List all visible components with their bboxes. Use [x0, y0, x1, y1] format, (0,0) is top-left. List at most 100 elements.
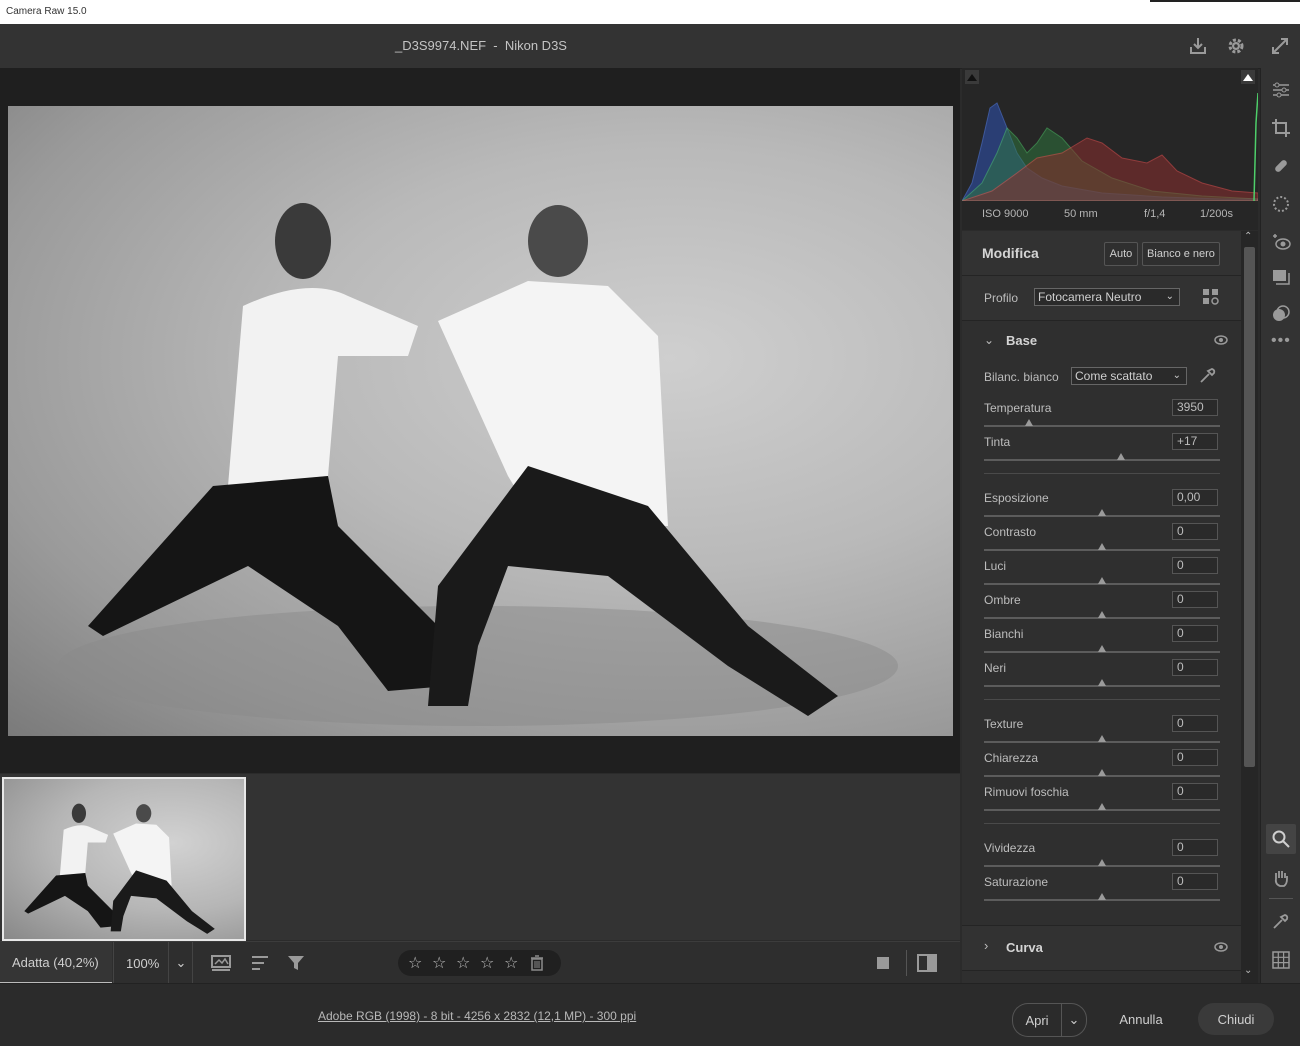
- profile-select[interactable]: Fotocamera Neutro ⌄: [1034, 288, 1180, 306]
- mask-icon[interactable]: [1271, 194, 1291, 214]
- slider-value-input[interactable]: 0: [1172, 749, 1218, 766]
- crop-icon[interactable]: [1271, 118, 1291, 138]
- open-button[interactable]: Apri: [1012, 1003, 1061, 1037]
- wb-select[interactable]: Come scattato ⌄: [1071, 367, 1187, 385]
- slider-value-input[interactable]: 0: [1172, 625, 1218, 642]
- slider-value-input[interactable]: 3950: [1172, 399, 1218, 416]
- slider-label: Tinta: [984, 435, 1011, 449]
- color-sampler-icon[interactable]: [1271, 911, 1291, 931]
- chevron-down-icon: ⌄: [1068, 1012, 1080, 1027]
- star-icon[interactable]: ☆: [408, 953, 432, 973]
- highlight-clipping-icon[interactable]: [1241, 70, 1255, 84]
- zoom-dropdown[interactable]: ⌄: [170, 942, 193, 984]
- section-divider: [984, 699, 1220, 700]
- star-icon[interactable]: ☆: [504, 953, 528, 973]
- exif-focal: 50 mm: [1064, 208, 1098, 220]
- zoom-tool[interactable]: [1266, 824, 1296, 854]
- thumbnail-silhouettes: [24, 803, 215, 934]
- slider-label: Esposizione: [984, 491, 1049, 505]
- curve-title[interactable]: Curva: [1006, 940, 1043, 955]
- close-button[interactable]: Chiudi: [1198, 1003, 1274, 1035]
- chevron-down-icon[interactable]: ⌄: [984, 333, 994, 347]
- slider-thumb[interactable]: [1116, 453, 1125, 460]
- healing-icon[interactable]: [1271, 156, 1291, 176]
- more-options-icon[interactable]: •••: [1271, 332, 1291, 350]
- slider-label: Texture: [984, 717, 1024, 731]
- toolbar-divider: [906, 950, 907, 976]
- scrollbar-thumb[interactable]: [1244, 247, 1255, 767]
- slider-value-input[interactable]: 0: [1172, 659, 1218, 676]
- red-eye-icon[interactable]: [1271, 232, 1291, 252]
- slider-value-input[interactable]: 0: [1172, 591, 1218, 608]
- rating-stars: ☆ ☆ ☆ ☆ ☆: [398, 950, 561, 976]
- scroll-up-icon[interactable]: ⌃: [1244, 231, 1252, 242]
- shadow-clipping-icon[interactable]: [965, 70, 979, 84]
- slider-thumb[interactable]: [1098, 509, 1106, 516]
- before-after-icon[interactable]: [916, 953, 938, 973]
- cancel-button[interactable]: Annulla: [1108, 1003, 1174, 1035]
- slider-thumb[interactable]: [1098, 859, 1106, 866]
- slider-track[interactable]: [984, 425, 1220, 427]
- star-icon[interactable]: ☆: [480, 953, 504, 973]
- snapshots-icon[interactable]: [1271, 268, 1291, 288]
- chevron-right-icon[interactable]: ›: [984, 938, 988, 953]
- image-canvas[interactable]: [0, 68, 960, 773]
- presets-icon[interactable]: [1271, 304, 1291, 324]
- slider-thumb[interactable]: [1098, 769, 1106, 776]
- eyedropper-icon[interactable]: [1198, 367, 1216, 385]
- slider-thumb[interactable]: [1098, 645, 1106, 652]
- visibility-eye-icon[interactable]: [1214, 942, 1228, 952]
- sort-icon[interactable]: [250, 953, 272, 973]
- gear-icon[interactable]: [1226, 36, 1246, 56]
- filmstrip-thumbnail[interactable]: [2, 777, 246, 941]
- visibility-eye-icon[interactable]: [1214, 335, 1228, 345]
- slider-value-input[interactable]: 0: [1172, 715, 1218, 732]
- slider-value-input[interactable]: +17: [1172, 433, 1218, 450]
- slider-thumb[interactable]: [1098, 803, 1106, 810]
- slider-value-input[interactable]: 0: [1172, 523, 1218, 540]
- slider-thumb[interactable]: [1098, 893, 1106, 900]
- save-icon[interactable]: [1188, 36, 1208, 56]
- slider-value-input[interactable]: 0: [1172, 557, 1218, 574]
- zoom-100-button[interactable]: 100%: [113, 942, 169, 984]
- bw-button[interactable]: Bianco e nero: [1142, 242, 1220, 266]
- open-options-button[interactable]: ⌄: [1061, 1003, 1087, 1037]
- star-icon[interactable]: ☆: [432, 953, 456, 973]
- slider-value-input[interactable]: 0: [1172, 873, 1218, 890]
- hand-icon[interactable]: [1271, 868, 1291, 888]
- scroll-down-icon[interactable]: ⌄: [1244, 965, 1252, 976]
- slider-thumb[interactable]: [1098, 543, 1106, 550]
- filter-icon[interactable]: [286, 953, 308, 973]
- grid-icon[interactable]: [1271, 950, 1291, 970]
- single-view-icon[interactable]: [875, 955, 893, 973]
- profile-browser-icon[interactable]: [1202, 288, 1220, 306]
- slider-thumb[interactable]: [1098, 735, 1106, 742]
- zoom-icon: [1272, 830, 1290, 848]
- star-icon[interactable]: ☆: [456, 953, 480, 973]
- preview-photo[interactable]: [8, 106, 953, 736]
- slider-label: Temperatura: [984, 401, 1052, 415]
- workflow-options-link[interactable]: Adobe RGB (1998) - 8 bit - 4256 x 2832 (…: [318, 1009, 636, 1023]
- slider-label: Rimuovi foschia: [984, 785, 1069, 799]
- edit-sliders-icon[interactable]: [1271, 80, 1291, 100]
- os-title-bar: Camera Raw 15.0: [0, 0, 1300, 24]
- slider-thumb[interactable]: [1098, 679, 1106, 686]
- slider-label: Saturazione: [984, 875, 1049, 889]
- panel-scrollbar[interactable]: ⌃ ⌄: [1241, 231, 1258, 983]
- auto-button[interactable]: Auto: [1104, 242, 1138, 266]
- fullscreen-icon[interactable]: [1270, 36, 1290, 56]
- slider-value-input[interactable]: 0: [1172, 839, 1218, 856]
- slider-value-input[interactable]: 0: [1172, 783, 1218, 800]
- slider-label: Bianchi: [984, 627, 1024, 641]
- slider-thumb[interactable]: [1098, 611, 1106, 618]
- slider-thumb[interactable]: [1098, 577, 1106, 584]
- filmstrip-options-icon[interactable]: [210, 953, 234, 973]
- photo-silhouettes: [58, 203, 898, 726]
- zoom-fit-button[interactable]: Adatta (40,2%): [0, 942, 112, 984]
- slider-track[interactable]: [984, 459, 1220, 461]
- slider-thumb[interactable]: [1024, 419, 1033, 426]
- base-title[interactable]: Base: [1006, 333, 1037, 348]
- trash-icon[interactable]: [530, 955, 544, 971]
- slider-value-input[interactable]: 0,00: [1172, 489, 1218, 506]
- icon-divider: [1269, 898, 1293, 899]
